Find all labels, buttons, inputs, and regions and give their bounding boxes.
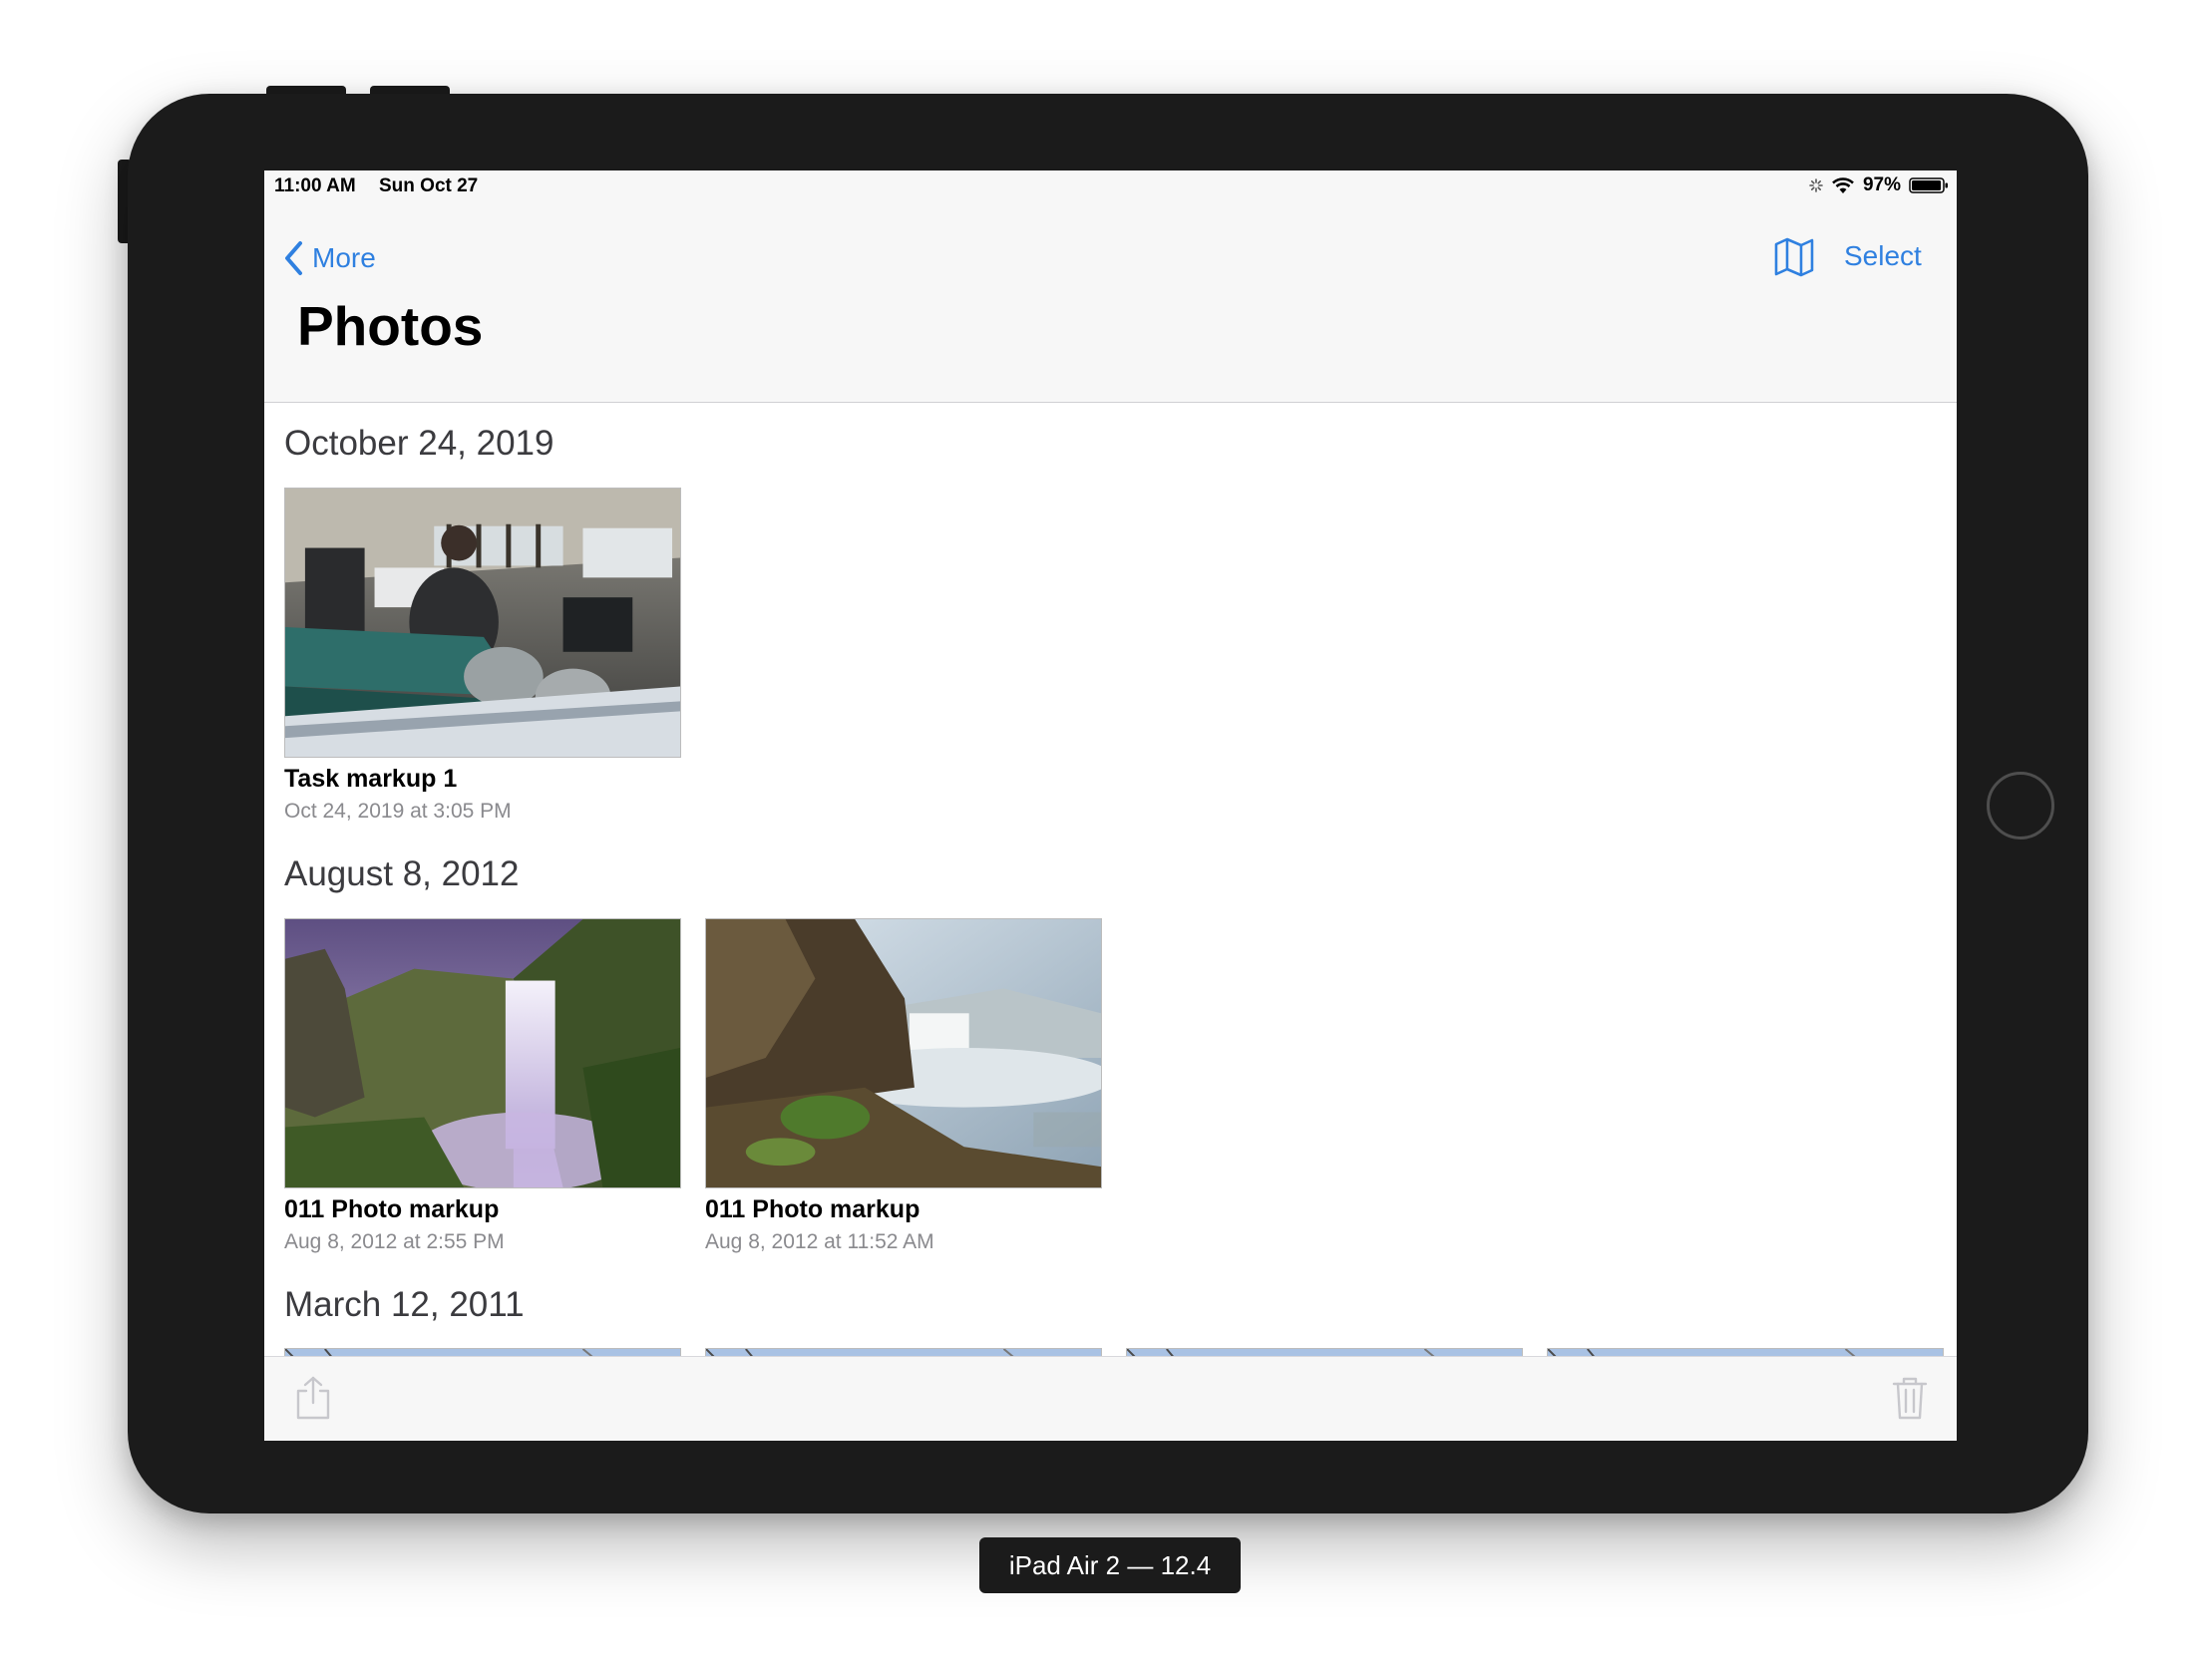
device-screen: 11:00 AM Sun Oct 27 97% More Select Phot… xyxy=(264,170,1957,1441)
status-time: 11:00 AM xyxy=(274,175,356,196)
navigation-bar: More Select Photos xyxy=(264,202,1957,403)
photo-item-waterfall-2[interactable]: 011 Photo markup Aug 8, 2012 at 11:52 AM xyxy=(705,918,1102,1254)
photo-thumbnail-sky xyxy=(1126,1348,1523,1356)
share-icon[interactable] xyxy=(294,1375,332,1421)
photo-item-partial[interactable] xyxy=(1126,1348,1523,1356)
status-bar: 11:00 AM Sun Oct 27 97% xyxy=(264,170,1957,202)
photo-item-waterfall-1[interactable]: 011 Photo markup Aug 8, 2012 at 2:55 PM xyxy=(284,918,681,1254)
battery-icon xyxy=(1909,177,1948,193)
page-title: Photos xyxy=(297,295,484,357)
activity-spinner-icon xyxy=(1809,178,1823,192)
status-indicators: 97% xyxy=(1809,174,1949,196)
photo-thumbnail-waterfall xyxy=(284,918,681,1188)
photo-thumbnail-office xyxy=(284,488,681,758)
section-date-header: October 24, 2019 xyxy=(284,424,554,463)
photo-thumbnail-sky xyxy=(705,1348,1102,1356)
bottom-toolbar xyxy=(264,1356,1957,1441)
trash-icon[interactable] xyxy=(1892,1375,1928,1421)
section-date-header: March 12, 2011 xyxy=(284,1285,525,1324)
photo-title: 011 Photo markup xyxy=(705,1195,921,1223)
status-date: Sun Oct 27 xyxy=(379,175,479,196)
map-icon[interactable] xyxy=(1772,236,1816,278)
device-label: iPad Air 2 — 12.4 xyxy=(979,1537,1241,1593)
photo-thumbnail-sky xyxy=(284,1348,681,1356)
photo-title: Task markup 1 xyxy=(284,765,458,793)
photo-item-task-markup[interactable]: Task markup 1 Oct 24, 2019 at 3:05 PM xyxy=(284,488,681,824)
back-button[interactable]: More xyxy=(282,240,376,276)
wifi-icon xyxy=(1832,177,1854,193)
photo-thumbnail-waterfall xyxy=(705,918,1102,1188)
home-button[interactable] xyxy=(1987,772,2054,839)
photo-timestamp: Aug 8, 2012 at 2:55 PM xyxy=(284,1230,505,1253)
photo-item-partial[interactable] xyxy=(284,1348,681,1356)
photo-timestamp: Oct 24, 2019 at 3:05 PM xyxy=(284,800,512,823)
select-button[interactable]: Select xyxy=(1844,240,1922,272)
photo-title: 011 Photo markup xyxy=(284,1195,500,1223)
photo-timestamp: Aug 8, 2012 at 11:52 AM xyxy=(705,1230,934,1253)
back-button-label: More xyxy=(312,242,376,273)
photo-list[interactable]: October 24, 2019 Task markup 1 Oct 24, 2… xyxy=(264,404,1957,1356)
photo-item-partial[interactable] xyxy=(705,1348,1102,1356)
battery-percentage: 97% xyxy=(1862,174,1901,195)
chevron-left-icon xyxy=(285,241,302,275)
simulator-window: 11:00 AM Sun Oct 27 97% More Select Phot… xyxy=(0,0,2212,1675)
photo-item-partial[interactable] xyxy=(1547,1348,1944,1356)
section-date-header: August 8, 2012 xyxy=(284,854,520,893)
photo-thumbnail-sky xyxy=(1547,1348,1944,1356)
